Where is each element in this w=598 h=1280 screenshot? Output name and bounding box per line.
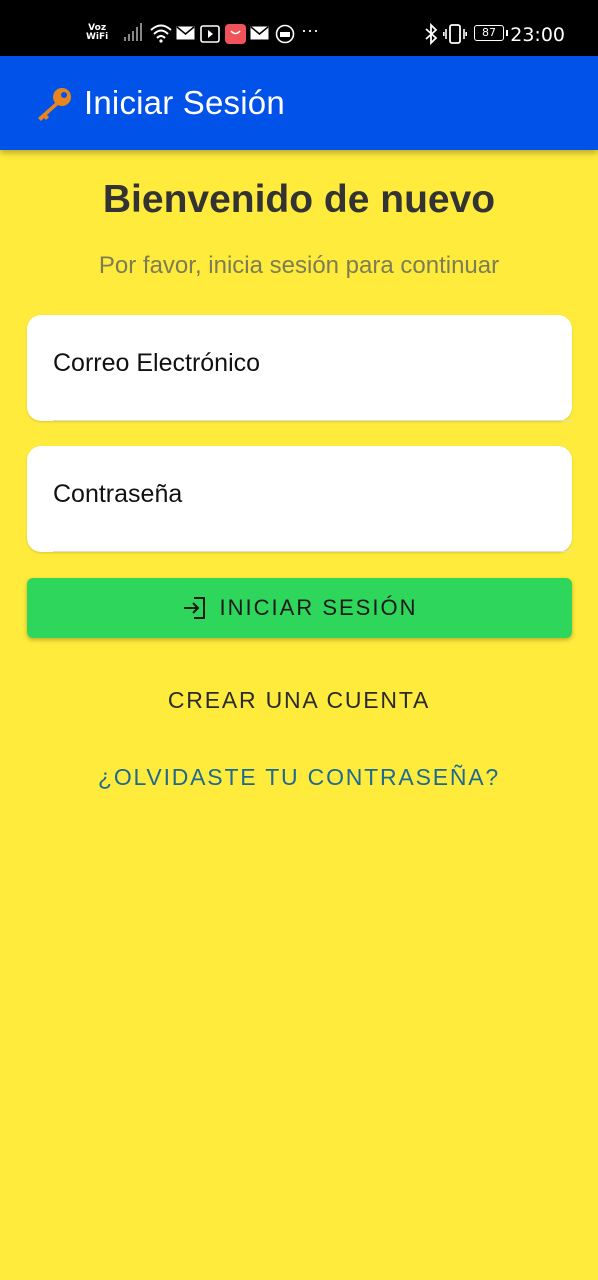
bluetooth-icon xyxy=(425,23,438,45)
wifi-icon xyxy=(150,24,172,43)
video-icon xyxy=(200,25,220,43)
password-placeholder: Contraseña xyxy=(53,480,183,508)
email-placeholder: Correo Electrónico xyxy=(53,349,261,377)
email-field[interactable]: Correo Electrónico xyxy=(27,315,572,421)
login-button[interactable]: INICIAR SESIÓN xyxy=(27,578,572,638)
message-icon xyxy=(275,24,295,44)
mail-icon xyxy=(250,26,269,40)
email-underline xyxy=(53,420,572,421)
forgot-password-button[interactable]: ¿OLVIDASTE TU CONTRASEÑA? xyxy=(0,764,598,791)
clock: 23:00 xyxy=(510,24,565,46)
status-bar: Voz WiFi ··· 87 23:00 xyxy=(0,0,598,56)
key-icon xyxy=(38,88,71,121)
login-button-label: INICIAR SESIÓN xyxy=(219,595,418,620)
mail-icon xyxy=(176,26,195,40)
create-account-button[interactable]: CREAR UNA CUENTA xyxy=(0,687,598,714)
password-underline xyxy=(53,551,572,552)
vibrate-icon xyxy=(443,24,467,44)
password-field[interactable]: Contraseña xyxy=(27,446,572,552)
signal-icon xyxy=(124,23,142,41)
shop-app-icon xyxy=(225,24,246,44)
welcome-subtitle: Por favor, inicia sesión para continuar xyxy=(98,252,500,279)
login-icon xyxy=(183,597,205,619)
voz-wifi-indicator: Voz WiFi xyxy=(86,23,109,42)
welcome-heading: Bienvenido de nuevo xyxy=(102,178,496,221)
battery-indicator: 87 xyxy=(474,25,508,41)
more-icon: ··· xyxy=(301,20,319,40)
app-bar-title: Iniciar Sesión xyxy=(84,84,285,121)
